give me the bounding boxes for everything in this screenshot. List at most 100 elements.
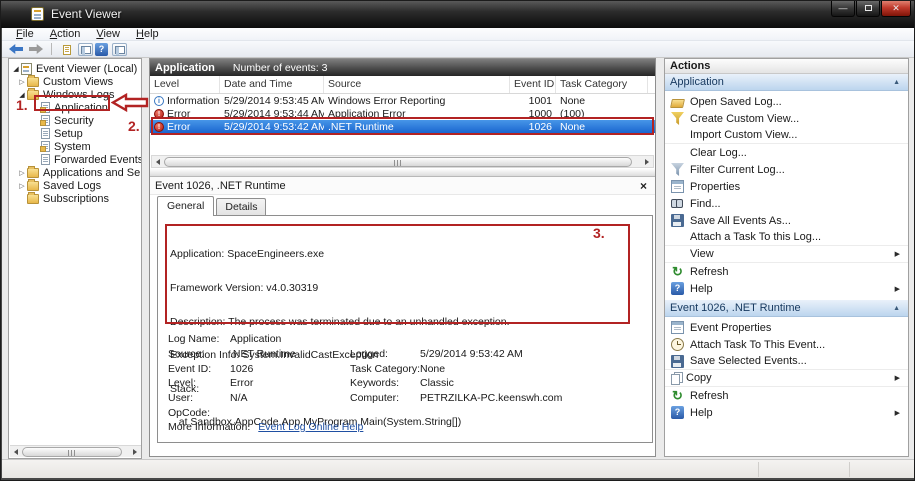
column-level[interactable]: Level <box>150 76 220 93</box>
chevron-expanded-icon[interactable]: ◢ <box>11 65 21 73</box>
scroll-left-icon[interactable] <box>153 157 163 167</box>
scrollbar-thumb[interactable] <box>164 157 632 167</box>
column-date-time[interactable]: Date and Time <box>220 76 324 93</box>
tree-item-applications-services[interactable]: ▷ Applications and Services Lo <box>17 166 142 179</box>
field-value: Classic <box>420 377 454 389</box>
annotation-arrow-left-icon <box>111 93 149 112</box>
collapse-icon[interactable]: ▲ <box>893 79 900 86</box>
event-log-online-help-link[interactable]: Event Log Online Help <box>258 421 363 433</box>
event-row-selected[interactable]: !Error 5/29/2014 9:53:42 AM .NET Runtime… <box>150 120 655 133</box>
action-copy[interactable]: Copy ▶ <box>665 370 908 387</box>
forward-icon[interactable] <box>29 44 43 54</box>
tree-horizontal-scrollbar[interactable] <box>10 445 141 457</box>
action-attach-task-to-log[interactable]: Attach a Task To this Log... <box>665 229 908 246</box>
tab-details[interactable]: Details <box>216 198 266 216</box>
menu-file[interactable]: File <box>8 28 42 40</box>
action-refresh[interactable]: ↻ Refresh <box>665 263 908 280</box>
collapse-icon[interactable]: ▲ <box>893 305 900 312</box>
status-divider <box>758 462 759 477</box>
action-help-event[interactable]: ? Help ▶ <box>665 404 908 421</box>
field-value: Application <box>230 333 350 345</box>
menu-view[interactable]: View <box>88 28 128 40</box>
submenu-arrow-icon: ▶ <box>895 409 900 417</box>
minimize-button[interactable]: — <box>831 1 855 17</box>
title-bar[interactable]: Event Viewer — ✕ <box>1 1 915 28</box>
action-label: Help <box>690 407 713 419</box>
column-task-category[interactable]: Task Category <box>556 76 648 93</box>
scroll-left-icon[interactable] <box>11 447 21 457</box>
menu-help[interactable]: Help <box>128 28 167 40</box>
action-find[interactable]: Find... <box>665 195 908 212</box>
chevron-collapsed-icon[interactable]: ▷ <box>17 169 27 177</box>
field-label: Level: <box>168 377 230 389</box>
open-saved-log-icon[interactable] <box>59 43 74 56</box>
tree-item-system[interactable]: System <box>39 140 91 153</box>
action-create-custom-view[interactable]: Create Custom View... <box>665 110 908 127</box>
action-help[interactable]: ? Help ▶ <box>665 280 908 297</box>
tree-item-application[interactable]: Application <box>39 101 108 114</box>
action-import-custom-view[interactable]: Import Custom View... <box>665 127 908 144</box>
close-button[interactable]: ✕ <box>881 1 911 17</box>
action-save-all-events-as[interactable]: Save All Events As... <box>665 212 908 229</box>
event-log-icon <box>41 115 50 126</box>
menu-action[interactable]: Action <box>42 28 89 40</box>
tree-item-custom-views[interactable]: ▷ Custom Views <box>17 75 113 88</box>
tree-item-label: Forwarded Events <box>54 154 142 166</box>
error-icon: ! <box>154 122 164 132</box>
field-row: Event ID: 1026 Task Category: None <box>168 363 445 375</box>
tree-item-saved-logs[interactable]: ▷ Saved Logs <box>17 179 101 192</box>
window-pane-icon <box>81 46 91 54</box>
close-detail-icon[interactable]: × <box>640 179 647 193</box>
help-icon[interactable]: ? <box>95 43 108 56</box>
maximize-button[interactable] <box>856 1 880 17</box>
action-label: Attach Task To This Event... <box>690 339 825 351</box>
action-view[interactable]: View ▶ <box>665 246 908 263</box>
action-label: Import Custom View... <box>690 129 797 141</box>
event-row[interactable]: iInformation 5/29/2014 9:53:45 AM Window… <box>150 94 655 107</box>
column-event-id[interactable]: Event ID <box>510 76 556 93</box>
show-action-pane-icon[interactable] <box>112 43 127 56</box>
window-title: Event Viewer <box>51 7 121 21</box>
panel-splitter[interactable] <box>150 169 655 177</box>
action-event-properties[interactable]: Event Properties <box>665 319 908 336</box>
tree-item-security[interactable]: Security <box>39 114 94 127</box>
event-detail-title: Event 1026, .NET Runtime <box>155 180 286 192</box>
scrollbar-grip <box>394 160 402 166</box>
open-folder-icon <box>670 99 685 108</box>
toolbar-separator <box>51 43 52 55</box>
event-row[interactable]: !Error 5/29/2014 9:53:44 AM Application … <box>150 107 655 120</box>
event-level: Information <box>167 95 220 107</box>
back-icon[interactable] <box>9 44 23 54</box>
tab-general[interactable]: General <box>157 196 214 216</box>
action-open-saved-log[interactable]: Open Saved Log... <box>665 93 908 110</box>
tree-item-windows-logs[interactable]: ◢ Windows Logs <box>17 88 115 101</box>
actions-section-event[interactable]: Event 1026, .NET Runtime ▲ <box>665 300 908 317</box>
show-console-tree-icon[interactable] <box>78 43 93 56</box>
tree-item-subscriptions[interactable]: Subscriptions <box>17 192 109 205</box>
copy-icon <box>671 374 680 385</box>
scroll-right-icon[interactable] <box>130 447 140 457</box>
window-pane-icon <box>115 46 125 54</box>
scrollbar-thumb[interactable] <box>22 447 122 457</box>
maximize-icon <box>865 5 872 11</box>
tree-item-setup[interactable]: Setup <box>39 127 83 140</box>
tree-item-forwarded-events[interactable]: Forwarded Events <box>39 153 142 166</box>
column-source[interactable]: Source <box>324 76 510 93</box>
chevron-collapsed-icon[interactable]: ▷ <box>17 78 27 86</box>
action-attach-task-to-event[interactable]: Attach Task To This Event... <box>665 336 908 353</box>
save-icon <box>671 214 684 227</box>
action-label: Event Properties <box>690 322 771 334</box>
actions-section-application[interactable]: Application ▲ <box>665 74 908 91</box>
event-source: Application Error <box>324 108 510 120</box>
action-filter-current-log[interactable]: Filter Current Log... <box>665 161 908 178</box>
list-horizontal-scrollbar[interactable] <box>151 155 654 168</box>
action-properties[interactable]: Properties <box>665 178 908 195</box>
action-clear-log[interactable]: Clear Log... <box>665 144 908 161</box>
chevron-collapsed-icon[interactable]: ▷ <box>17 182 27 190</box>
tree-item-root[interactable]: ◢ Event Viewer (Local) <box>11 62 137 75</box>
action-save-selected-events[interactable]: Save Selected Events... <box>665 353 908 370</box>
scroll-right-icon[interactable] <box>642 157 652 167</box>
tree-item-label: Event Viewer (Local) <box>36 63 137 75</box>
field-label: Log Name: <box>168 333 230 345</box>
action-refresh-event[interactable]: ↻ Refresh <box>665 387 908 404</box>
